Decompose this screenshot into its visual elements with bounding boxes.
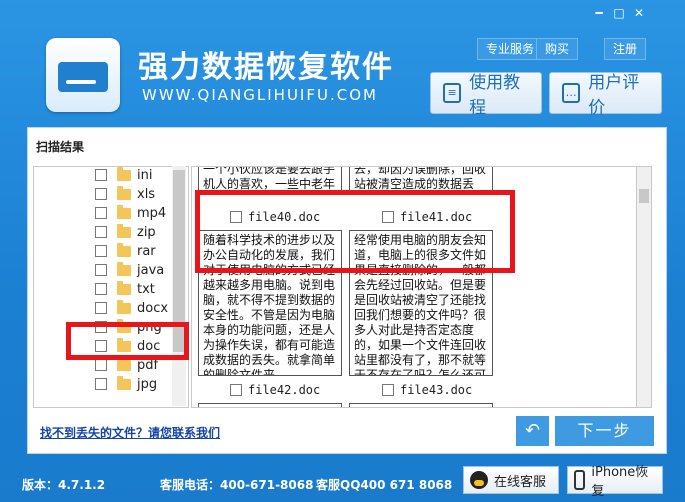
tree-item-mp4[interactable]: mp4: [95, 204, 166, 222]
tree-checkbox[interactable]: [95, 264, 107, 276]
folder-icon: [117, 299, 131, 314]
file-item[interactable]: file42.doc: [230, 383, 320, 397]
folder-icon: [117, 204, 131, 219]
preview-cell[interactable]: 一个小伙应该是要去跟手机人的喜欢，一些中老年人如何打开微信一些通话功能: [198, 167, 342, 193]
tree-item-label: xls: [137, 186, 156, 202]
contact-us-link[interactable]: 找不到丢失的文件？请您联系我们: [40, 424, 220, 441]
service-qq: 客服QQ400 671 8068: [316, 478, 453, 492]
tree-checkbox[interactable]: [95, 188, 107, 200]
tree-checkbox[interactable]: [95, 302, 107, 314]
tree-item-zip[interactable]: zip: [95, 223, 156, 241]
iphone-recover-label: iPhone恢复: [591, 465, 649, 499]
tree-checkbox[interactable]: [95, 226, 107, 238]
tree-item-label: mp4: [137, 205, 167, 221]
file-checkbox[interactable]: [382, 384, 394, 396]
window-controls: ━ □ ✕: [590, 6, 648, 20]
tree-checkbox[interactable]: [95, 283, 107, 295]
preview-cell[interactable]: [349, 403, 493, 407]
tree-checkbox[interactable]: [95, 207, 107, 219]
tree-checkbox[interactable]: [95, 245, 107, 257]
tree-item-label: docx: [137, 300, 169, 316]
guide-label: 使用教程: [469, 73, 521, 118]
preview-cell[interactable]: [198, 403, 342, 407]
register-button[interactable]: 注册: [604, 38, 647, 60]
service-phone: 客服电话：400-671-8068: [160, 478, 314, 492]
tree-item-label: jpg: [137, 376, 158, 392]
qq-icon: [470, 471, 488, 489]
tree-item-label: java: [137, 262, 165, 278]
tree-item-label: ini: [137, 167, 153, 183]
grid-scrollbar[interactable]: [636, 166, 652, 408]
file-name: file43.doc: [400, 383, 473, 397]
tree-item-label: zip: [137, 224, 156, 240]
iphone-recover-button[interactable]: iPhone恢复: [567, 465, 663, 499]
tree-item-ini[interactable]: ini: [95, 166, 152, 184]
tree-checkbox[interactable]: [95, 169, 107, 181]
back-button[interactable]: ↶: [516, 416, 549, 446]
comment-icon: …: [562, 83, 581, 103]
app-logo: [46, 38, 120, 112]
review-button[interactable]: … 用户评价: [549, 72, 662, 118]
file-name: file42.doc: [248, 383, 321, 397]
guide-button[interactable]: ≡ 使用教程: [430, 72, 542, 118]
minimize-icon[interactable]: ━: [590, 6, 608, 20]
panel-title: 扫描结果: [36, 140, 85, 154]
hard-disk-icon: [58, 62, 108, 92]
tree-item-label: txt: [137, 281, 155, 297]
grid-scroll-thumb[interactable]: [639, 189, 649, 203]
app-window: ━ □ ✕ 强力数据恢复软件 WWW.QIANGLIHUIFU.COM 专业服务…: [0, 0, 685, 502]
tree-checkbox[interactable]: [95, 359, 107, 371]
buy-button[interactable]: 购买: [536, 38, 579, 60]
tree-item-txt[interactable]: txt: [95, 280, 155, 298]
app-title: 强力数据恢复软件: [138, 50, 394, 85]
maximize-icon[interactable]: □: [610, 6, 628, 20]
tree-item-rar[interactable]: rar: [95, 242, 156, 260]
folder-icon: [117, 356, 131, 371]
website-url: WWW.QIANGLIHUIFU.COM: [142, 86, 378, 104]
file-checkbox[interactable]: [230, 384, 242, 396]
file-item[interactable]: file43.doc: [382, 383, 472, 397]
version-text: 版本：4.7.1.2: [22, 478, 106, 492]
close-icon[interactable]: ✕: [630, 6, 648, 20]
back-arrow-icon: ↶: [524, 420, 541, 441]
folder-icon: [117, 280, 131, 295]
folder-icon: [117, 185, 131, 200]
tree-item-jpg[interactable]: jpg: [95, 375, 157, 393]
document-icon: ≡: [443, 83, 462, 103]
review-label: 用户评价: [588, 73, 640, 118]
tree-item-xls[interactable]: xls: [95, 185, 155, 203]
tree-checkbox[interactable]: [95, 378, 107, 390]
pro-service-button[interactable]: 专业服务: [477, 38, 544, 60]
tree-item-java[interactable]: java: [95, 261, 164, 279]
folder-icon: [117, 223, 131, 238]
tree-scrollbar[interactable]: [172, 166, 186, 406]
highlight-box-files: [195, 190, 515, 273]
folder-icon: [117, 375, 131, 390]
highlight-box-doc: [66, 322, 189, 360]
folder-icon: [117, 166, 131, 181]
folder-icon: [117, 242, 131, 257]
tree-item-docx[interactable]: docx: [95, 299, 168, 317]
next-step-button[interactable]: 下一步: [555, 416, 654, 446]
preview-cell[interactable]: 去，却因为误删除，回收站被清空造成的数据丢失，这有助于系统处理了记: [349, 167, 493, 193]
iphone-icon: [574, 470, 586, 490]
online-service-label: 在线客服: [494, 474, 547, 490]
tree-item-label: rar: [137, 243, 156, 259]
folder-icon: [117, 261, 131, 276]
online-service-button[interactable]: 在线客服: [463, 466, 559, 494]
